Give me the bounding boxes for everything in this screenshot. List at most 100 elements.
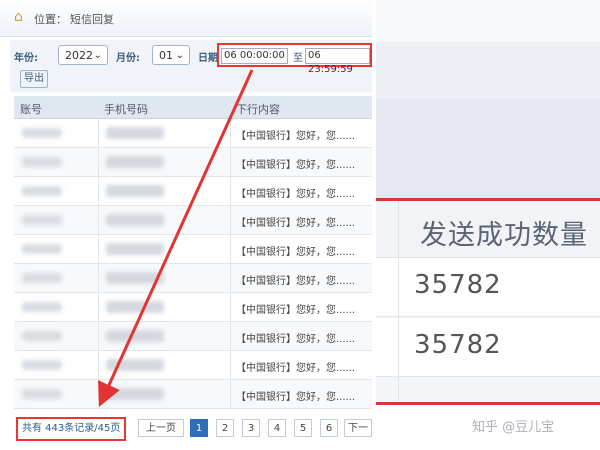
zoomed-stats-panel: 发送成功数量 35782 35782 知乎 @豆儿宝: [376, 0, 600, 450]
year-select[interactable]: 2022 ⌄: [58, 45, 108, 65]
date-end-input[interactable]: 06 23:59:59: [305, 48, 370, 75]
total-records-highlight: 共有 443条记录/45页: [16, 417, 127, 441]
page-5-button[interactable]: 5: [294, 419, 312, 437]
date-range-highlight: 06 00:00:00 至 06 23:59:59: [217, 43, 372, 75]
column-header-account: 账号: [20, 103, 42, 116]
column-divider: [98, 293, 99, 321]
redacted-account: [22, 157, 62, 167]
message-content: 【中国银行】您好，您......: [236, 218, 356, 229]
table-row[interactable]: 【中国银行】您好，您......: [14, 235, 372, 264]
success-count-value: 35782: [414, 330, 502, 360]
column-divider: [230, 119, 231, 147]
column-divider: [230, 206, 231, 234]
table-row[interactable]: 【中国银行】您好，您......: [14, 177, 372, 206]
filter-bar: 年份: 2022 ⌄ 月份: 01 ⌄ 日期: 06 00:00:00 至 06…: [10, 40, 372, 92]
message-content: 【中国银行】您好，您......: [236, 392, 356, 403]
location-label: 位置：: [34, 13, 67, 26]
redacted-account: [22, 360, 62, 370]
location-value: 短信回复: [70, 13, 114, 26]
table-row[interactable]: 【中国银行】您好，您......: [14, 380, 372, 409]
table-row[interactable]: 【中国银行】您好，您......: [14, 119, 372, 148]
column-divider: [230, 177, 231, 205]
table-row[interactable]: 【中国银行】您好，您......: [14, 206, 372, 235]
redacted-account: [22, 128, 62, 138]
pagination: 共有 443条记录/45页 上一页 1 2 3 4 5 6 下一: [14, 414, 372, 444]
zoomed-band-highlight: [376, 98, 600, 198]
redacted-account: [22, 389, 62, 399]
watermark-text: 知乎 @豆儿宝: [472, 420, 555, 435]
redacted-account: [22, 331, 62, 341]
column-divider: [230, 351, 231, 379]
redacted-account: [22, 302, 62, 312]
redacted-phone: [106, 185, 164, 197]
year-value: 2022: [65, 49, 93, 62]
column-header-content: 下行内容: [236, 103, 280, 116]
column-divider: [98, 235, 99, 263]
column-divider: [230, 322, 231, 350]
page-3-button[interactable]: 3: [242, 419, 260, 437]
chevron-down-icon: ⌄: [93, 50, 102, 61]
redacted-phone: [106, 301, 164, 313]
total-records-text: 共有 443条记录/45页: [22, 423, 121, 434]
message-content: 【中国银行】您好，您......: [236, 305, 356, 316]
page-6-button[interactable]: 6: [320, 419, 338, 437]
date-separator: 至: [293, 53, 303, 64]
column-divider: [98, 351, 99, 379]
redacted-account: [22, 244, 62, 254]
table-row[interactable]: 【中国银行】您好，您......: [14, 264, 372, 293]
message-content: 【中国银行】您好，您......: [236, 160, 356, 171]
page-4-button[interactable]: 4: [268, 419, 286, 437]
year-label: 年份:: [14, 53, 38, 64]
sms-table: 账号 手机号码 下行内容 【中国银行】您好，您...... 【中国银行】您好，您.…: [14, 96, 372, 409]
next-page-button[interactable]: 下一: [344, 419, 372, 437]
redacted-account: [22, 215, 62, 225]
date-start-input[interactable]: 06 00:00:00: [221, 48, 288, 64]
home-icon[interactable]: ⌂: [14, 10, 23, 24]
redacted-phone: [106, 214, 164, 226]
export-button[interactable]: 导出: [20, 70, 48, 88]
sms-reply-panel: ⌂ 位置： 短信回复 年份: 2022 ⌄ 月份: 01 ⌄ 日期: 06 00…: [0, 0, 372, 450]
column-divider: [98, 206, 99, 234]
column-divider: [230, 148, 231, 176]
redacted-phone: [106, 127, 164, 139]
zoomed-column-header: 发送成功数量: [376, 201, 600, 258]
message-content: 【中国银行】您好，您......: [236, 276, 356, 287]
column-divider: [230, 264, 231, 292]
column-divider: [230, 235, 231, 263]
chevron-down-icon: ⌄: [175, 50, 184, 61]
success-count-header: 发送成功数量: [420, 220, 588, 251]
zoomed-top-strip: [376, 0, 600, 43]
month-value: 01: [159, 49, 173, 62]
column-divider: [230, 380, 231, 408]
table-row[interactable]: 【中国银行】您好，您......: [14, 148, 372, 177]
redacted-account: [22, 273, 62, 283]
page-2-button[interactable]: 2: [216, 419, 234, 437]
page-1-button[interactable]: 1: [190, 419, 208, 437]
column-divider: [98, 177, 99, 205]
success-count-value: 35782: [414, 270, 502, 300]
table-row[interactable]: 【中国银行】您好，您......: [14, 322, 372, 351]
redacted-phone: [106, 330, 164, 342]
message-content: 【中国银行】您好，您......: [236, 131, 356, 142]
redacted-phone: [106, 359, 164, 371]
message-content: 【中国银行】您好，您......: [236, 363, 356, 374]
table-body: 【中国银行】您好，您...... 【中国银行】您好，您...... 【中国银行】您好…: [14, 119, 372, 409]
table-header: 账号 手机号码 下行内容: [14, 96, 372, 119]
redacted-phone: [106, 243, 164, 255]
redacted-phone: [106, 156, 164, 168]
zoomed-cell: 35782: [376, 258, 600, 317]
table-row[interactable]: 【中国银行】您好，您......: [14, 351, 372, 380]
column-divider: [98, 380, 99, 408]
column-header-phone: 手机号码: [104, 103, 148, 116]
column-divider: [98, 322, 99, 350]
zoomed-divider: [398, 201, 399, 401]
redacted-phone: [106, 272, 164, 284]
prev-page-button[interactable]: 上一页: [138, 419, 184, 437]
zoomed-band: [376, 42, 600, 98]
column-divider: [98, 119, 99, 147]
zoomed-cell: 35782: [376, 318, 600, 377]
redacted-account: [22, 186, 62, 196]
month-select[interactable]: 01 ⌄: [152, 45, 190, 65]
column-divider: [98, 148, 99, 176]
table-row[interactable]: 【中国银行】您好，您......: [14, 293, 372, 322]
